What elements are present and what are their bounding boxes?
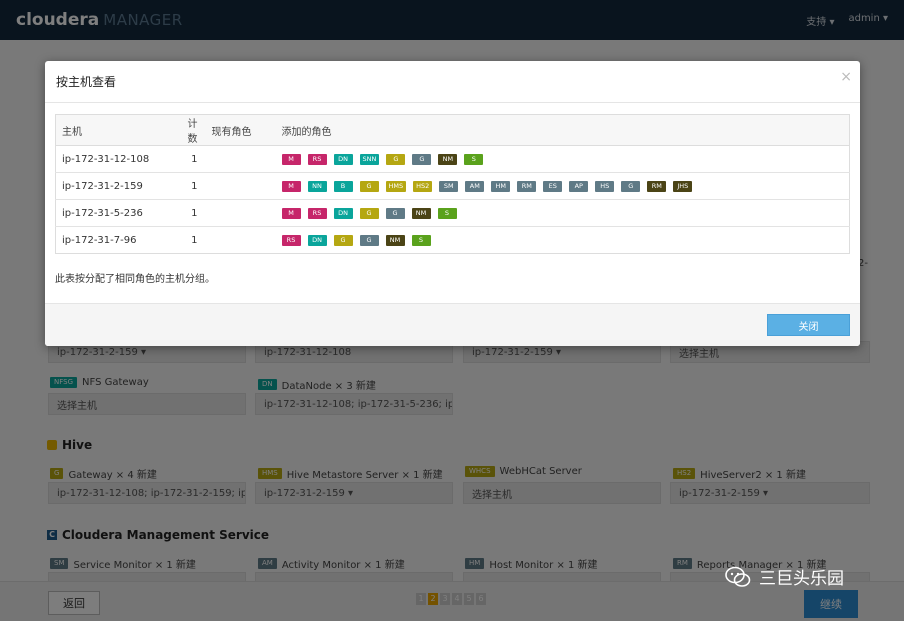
added-roles-cell: M RS DN G G NM S (275, 199, 850, 227)
role-badge: RM (647, 180, 667, 192)
modal-footer: 关闭 (45, 303, 860, 346)
role-badge: HMS (385, 180, 407, 192)
role-badge: G (385, 207, 405, 219)
role-badge: M (281, 180, 301, 192)
role-badge: B (333, 180, 353, 192)
role-badge: NM (385, 234, 405, 246)
table-row: ip-172-31-2-159 1 M NN B G HMS HS2 SM AM HM RM ES AP H… (55, 172, 850, 200)
hosts-table: 主机 计数 现有角色 添加的角色 ip-172-31-12-108 1 M RS DN S… (55, 114, 850, 254)
host-cell: ip-172-31-5-236 (55, 199, 176, 227)
role-badge: S (464, 153, 484, 165)
role-badge: G (359, 180, 379, 192)
role-badge: HS2 (413, 180, 433, 192)
close-button[interactable]: 关闭 (767, 314, 850, 336)
role-badge: DN (307, 234, 327, 246)
modal-title: 按主机查看 (56, 75, 117, 89)
column-header-count: 计数 (175, 114, 206, 146)
existing-roles-cell (205, 145, 276, 173)
table-header-row: 主机 计数 现有角色 添加的角色 (55, 114, 850, 146)
role-badge: M (281, 207, 301, 219)
table-note: 此表按分配了相同角色的主机分组。 (55, 274, 215, 285)
role-badge: RS (307, 207, 327, 219)
table-row: ip-172-31-7-96 1 RS DN G G NM S (56, 227, 850, 254)
role-badge-list: RS DN G G NM S (281, 234, 844, 246)
role-badge: SM (439, 180, 459, 192)
wechat-icon (725, 566, 751, 587)
role-badge-list: M RS DN G G NM S (281, 207, 844, 219)
host-cell: ip-172-31-7-96 (62, 234, 137, 246)
modal-body: 主机 计数 现有角色 添加的角色 ip-172-31-12-108 1 M RS DN S… (45, 103, 860, 285)
role-badge: G (621, 180, 641, 192)
role-badge: G (333, 234, 353, 246)
role-badge: G (386, 153, 406, 165)
column-header-host: 主机 (55, 114, 176, 146)
role-badge-list: M NN B G HMS HS2 SM AM HM RM ES AP HS G RM JHS (281, 180, 844, 192)
added-roles-cell: M RS DN SNN G G NM S (275, 145, 850, 173)
role-badge: S (437, 207, 457, 219)
host-cell: ip-172-31-12-108 (55, 145, 176, 173)
role-badge: DN (333, 207, 353, 219)
count-cell: 1 (191, 234, 198, 246)
existing-roles-cell (206, 227, 276, 254)
view-by-host-dialog: 按主机查看 × 主机 计数 现有角色 添加的角色 ip-172-31-12-10… (45, 61, 860, 346)
count-cell: 1 (175, 145, 206, 173)
role-badge: SNN (359, 153, 380, 165)
role-badge: AP (569, 180, 589, 192)
column-header-added-roles: 添加的角色 (275, 114, 850, 146)
role-badge: M (281, 153, 301, 165)
close-icon[interactable]: × (840, 69, 852, 85)
role-badge: G (412, 153, 432, 165)
role-badge: RM (517, 180, 537, 192)
role-badge: HS (595, 180, 615, 192)
role-badge: S (411, 234, 431, 246)
watermark: 三巨头乐园 (725, 564, 844, 589)
table-row: ip-172-31-5-236 1 M RS DN G G NM S (55, 199, 850, 227)
modal-header: 按主机查看 (45, 61, 860, 103)
count-cell: 1 (175, 172, 206, 200)
table-row: ip-172-31-12-108 1 M RS DN SNN G G NM S (55, 145, 850, 173)
role-badge: HM (491, 180, 511, 192)
role-badge: RS (307, 153, 327, 165)
existing-roles-cell (205, 172, 276, 200)
existing-roles-cell (205, 199, 276, 227)
role-badge: ES (543, 180, 563, 192)
role-badge: G (359, 207, 379, 219)
host-cell: ip-172-31-2-159 (55, 172, 176, 200)
role-badge: RS (281, 234, 301, 246)
role-badge: NN (307, 180, 327, 192)
added-roles-cell: RS DN G G NM S (276, 227, 850, 254)
added-roles-cell: M NN B G HMS HS2 SM AM HM RM ES AP HS G RM JHS (275, 172, 850, 200)
role-badge: NM (438, 153, 458, 165)
watermark-text: 三巨头乐园 (759, 569, 844, 589)
role-badge: NM (411, 207, 431, 219)
role-badge: JHS (673, 180, 693, 192)
role-badge: AM (465, 180, 485, 192)
role-badge: DN (333, 153, 353, 165)
column-header-existing-roles: 现有角色 (205, 114, 276, 146)
role-badge-list: M RS DN SNN G G NM S (281, 153, 844, 165)
role-badge: G (359, 234, 379, 246)
count-cell: 1 (175, 199, 206, 227)
